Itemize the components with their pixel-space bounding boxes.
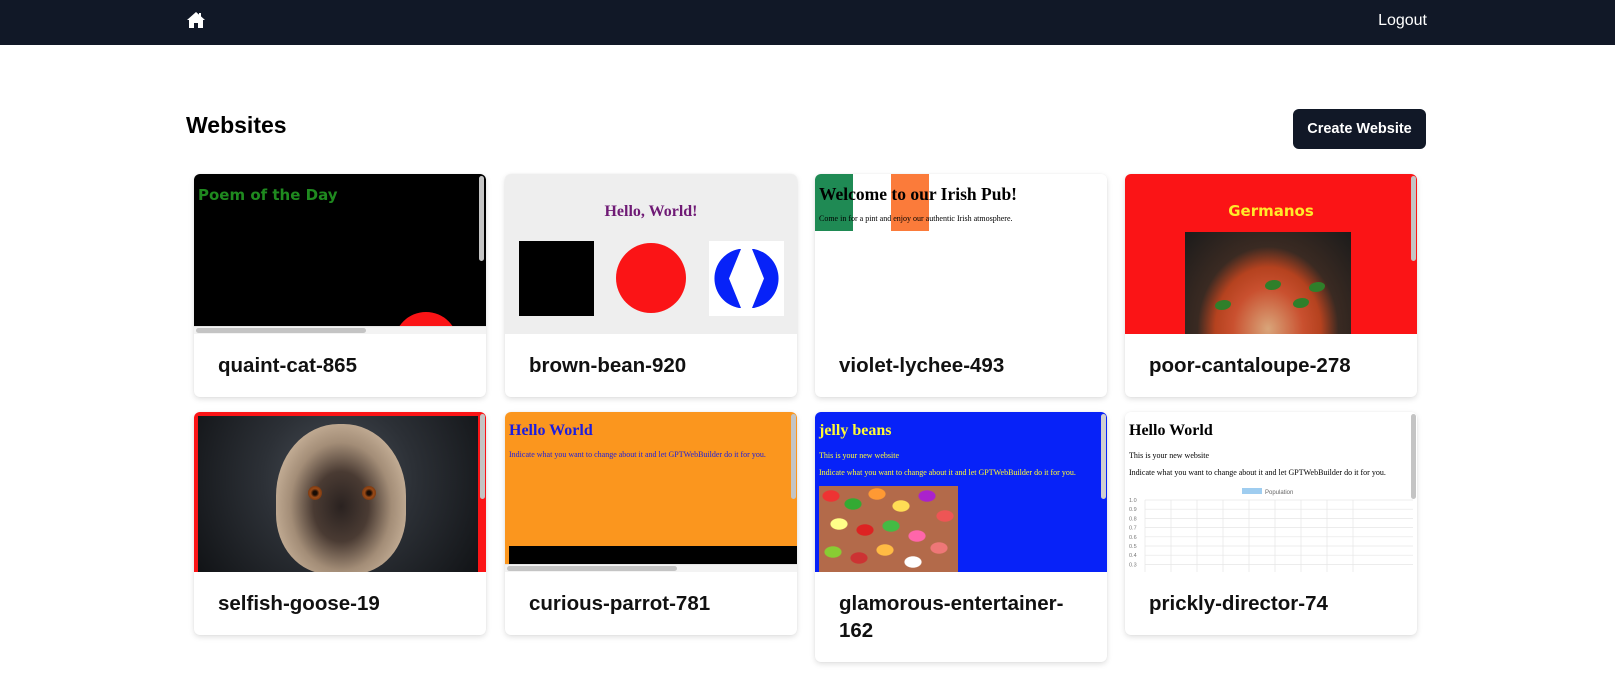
website-card[interactable]: jelly beans This is your new website Ind… [815,412,1107,662]
page-title: Websites [186,112,287,138]
preview-vertical-scrollbar[interactable] [1411,176,1416,261]
website-card[interactable]: Germanos poor-cantaloupe-278 [1125,174,1417,397]
website-name[interactable]: poor-cantaloupe-278 [1125,334,1417,397]
chart-y-tick-label: 0.9 [1129,507,1137,513]
chart-legend-swatch [1242,488,1262,494]
preview-vertical-scrollbar[interactable] [1101,414,1106,499]
website-preview: Germanos [1125,174,1417,334]
logout-link[interactable]: Logout [1378,12,1427,30]
preview-heading: Poem of the Day [198,186,338,204]
website-name[interactable]: quaint-cat-865 [194,334,486,397]
website-name[interactable]: prickly-director-74 [1125,572,1417,635]
website-card[interactable]: Hello World This is your new website Ind… [1125,412,1417,635]
black-footer-bar [509,546,797,565]
website-preview [194,412,486,572]
red-circle-shape [616,243,686,313]
chart-y-tick-label: 0.4 [1129,553,1137,559]
preview-heading: Welcome to our Irish Pub! [819,184,1018,204]
website-name[interactable]: glamorous-entertainer-162 [815,572,1107,662]
chart-y-tick-label: 1.0 [1129,498,1137,504]
preview-vertical-scrollbar[interactable] [1411,414,1416,499]
jelly-beans-image [819,486,958,572]
website-preview: Poem of the Day [194,174,486,334]
preview-heading: Hello, World! [604,203,698,220]
top-navbar: Logout [0,0,1615,45]
website-preview: Welcome to our Irish Pub! Come in for a … [815,174,1107,334]
preview-text: Indicate what you want to change about i… [819,468,1076,477]
website-name[interactable]: violet-lychee-493 [815,334,1107,397]
website-card[interactable]: Hello, World! brown-bean-920 [505,174,797,397]
website-card[interactable]: Welcome to our Irish Pub! Come in for a … [815,174,1107,397]
website-preview: Hello World This is your new website Ind… [1125,412,1417,572]
preview-text: This is your new website [819,451,899,460]
website-name[interactable]: curious-parrot-781 [505,572,797,635]
code-brackets-icon [709,241,784,316]
preview-vertical-scrollbar[interactable] [791,414,796,499]
create-website-button[interactable]: Create Website [1293,109,1426,149]
preview-heading: Hello World [1129,422,1213,439]
preview-text: Indicate what you want to change about i… [1129,468,1386,477]
website-preview: Hello, World! [505,174,797,334]
chart-legend-label: Population [1265,490,1293,496]
chart-y-tick-label: 0.7 [1129,526,1137,532]
chart-y-tick-label: 0.6 [1129,535,1137,541]
website-card[interactable]: Poem of the Day quaint-cat-865 [194,174,486,397]
website-preview: jelly beans This is your new website Ind… [815,412,1107,572]
preview-text: Come in for a pint and enjoy our authent… [819,214,1013,223]
preview-heading: Hello World [509,422,593,439]
preview-heading: jelly beans [819,422,892,439]
home-icon[interactable] [186,11,206,31]
pizza-image [1185,232,1351,334]
black-square-shape [519,241,594,316]
chart-y-tick-label: 0.3 [1129,562,1137,568]
website-card[interactable]: Hello World Indicate what you want to ch… [505,412,797,635]
website-card[interactable]: selfish-goose-19 [194,412,486,635]
chart-y-tick-label: 0.5 [1129,544,1137,550]
website-preview: Hello World Indicate what you want to ch… [505,412,797,572]
population-chart: Population 1.0 0.9 0.8 0.7 0.6 0.5 0.4 0.3 [1129,488,1413,572]
website-name[interactable]: selfish-goose-19 [194,572,486,635]
pug-image [198,416,478,572]
preview-horizontal-scrollbar[interactable] [196,328,366,333]
preview-vertical-scrollbar[interactable] [480,414,485,499]
preview-heading: Germanos [1228,202,1314,220]
preview-horizontal-scrollbar[interactable] [507,566,677,571]
preview-vertical-scrollbar[interactable] [479,176,484,261]
chart-y-tick-label: 0.8 [1129,516,1137,522]
website-name[interactable]: brown-bean-920 [505,334,797,397]
preview-text: Indicate what you want to change about i… [509,450,766,459]
preview-text: This is your new website [1129,451,1209,460]
